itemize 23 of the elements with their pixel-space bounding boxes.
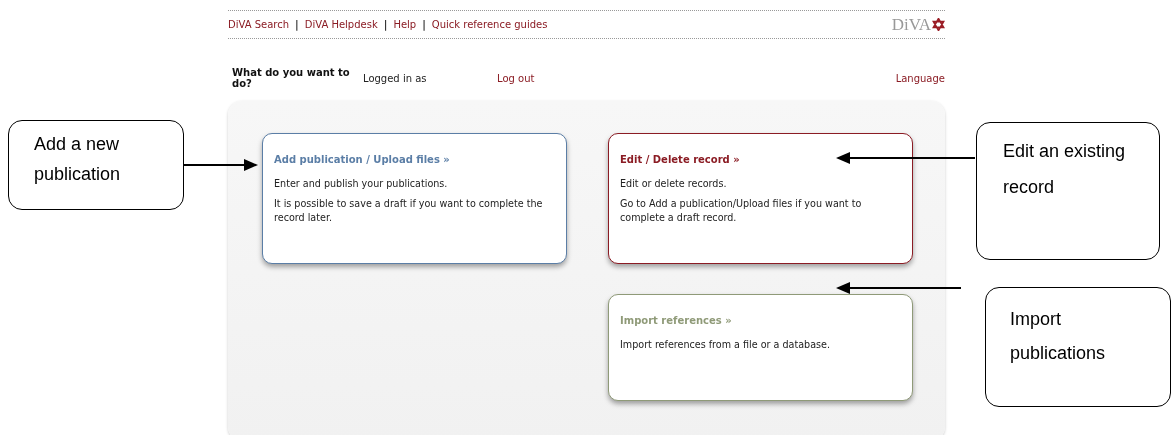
annotation-callout: Import publications bbox=[985, 287, 1171, 407]
card-description: It is possible to save a draft if you want to complete the record later. bbox=[274, 197, 544, 225]
star-icon bbox=[932, 18, 945, 31]
language-link[interactable]: Language bbox=[895, 72, 945, 84]
link-separator: | bbox=[295, 19, 299, 30]
header-link[interactable]: DiVA Search bbox=[228, 19, 290, 30]
card-description: Go to Add a publication/Upload files if you want to complete a draft record. bbox=[620, 197, 863, 225]
card-description: Import references from a file or a database. bbox=[620, 338, 832, 352]
annotation-callout: Add a new publication bbox=[8, 120, 184, 210]
annotation-callout: Edit an existing record bbox=[976, 122, 1160, 260]
header-link[interactable]: Help bbox=[393, 19, 417, 30]
card-link[interactable]: Edit / Delete record » bbox=[620, 154, 901, 165]
link-separator: | bbox=[383, 19, 388, 30]
card-description: Enter and publish your publications. bbox=[274, 177, 449, 191]
header-link[interactable]: Quick reference guides bbox=[431, 19, 548, 30]
logout-link[interactable]: Log out bbox=[497, 72, 535, 84]
card-link[interactable]: Add publication / Upload files » bbox=[274, 154, 555, 165]
logged-in-label: Logged in as bbox=[363, 72, 428, 84]
link-separator: | bbox=[422, 19, 426, 30]
logo-text: DiVA bbox=[891, 14, 931, 35]
card-description: Edit or delete records. bbox=[620, 177, 728, 191]
header-link[interactable]: DiVA Helpdesk bbox=[304, 19, 378, 30]
page-prompt: What do you want to do? bbox=[232, 67, 351, 89]
